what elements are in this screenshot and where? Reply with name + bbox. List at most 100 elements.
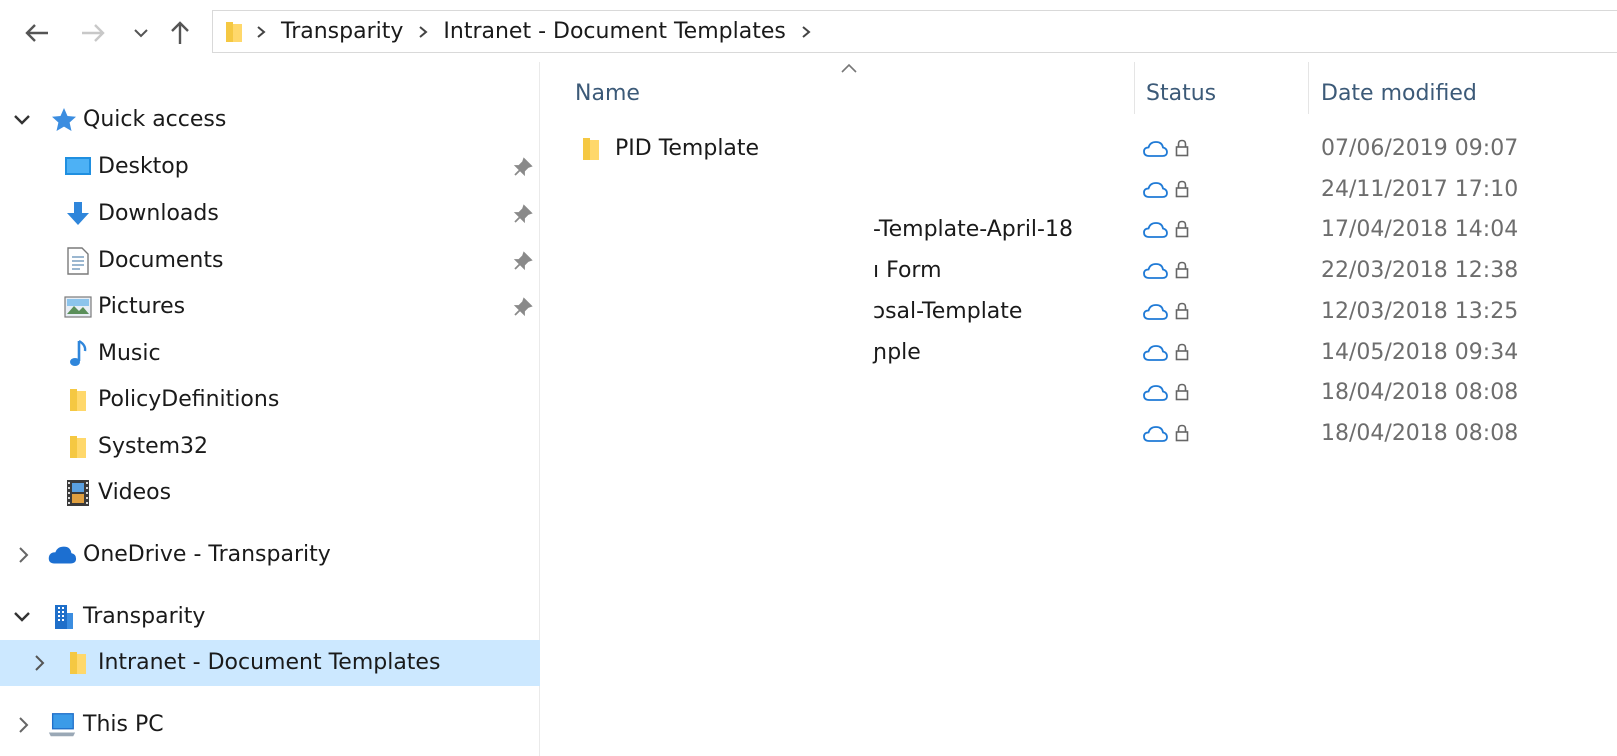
picture-icon [63,292,93,322]
sidebar-item-this-pc[interactable]: This PC [0,702,540,748]
file-row[interactable]: 18/04/2018 08:08 [541,373,1617,413]
lock-icon [1173,218,1191,240]
breadcrumb-chevron-icon[interactable] [413,22,433,42]
file-name-cell[interactable]: -Template-April-18 [541,210,1131,250]
arrow-up-icon [171,21,189,44]
arrow-right-icon [82,24,105,42]
date-modified: 24/11/2017 17:10 [1321,176,1519,202]
file-row[interactable]: 18/04/2018 08:08 [541,414,1617,454]
sidebar-item-label: Music [98,341,161,366]
navigation-toolbar: Transparity Intranet - Document Template… [0,0,1617,62]
sidebar-item-label: PolicyDefinitions [98,387,280,412]
document-icon [63,246,93,276]
folder-icon [63,385,93,415]
pin-icon[interactable] [512,250,534,272]
sidebar-item-label: Quick access [83,107,227,132]
file-name-cell[interactable]: ɲple [541,333,1131,373]
sidebar-item-documents[interactable]: Documents [0,238,540,284]
sidebar-item-label: Desktop [98,154,189,179]
download-icon [63,199,93,229]
cloud-icon [47,540,77,570]
file-name-cell[interactable] [541,414,1131,454]
file-row[interactable]: -Template-April-18 17/04/2018 14:04 [541,210,1617,250]
pin-icon[interactable] [512,156,534,178]
file-name-cell[interactable]: PID Template [541,129,1131,169]
file-row[interactable]: ɲple 14/05/2018 09:34 [541,333,1617,373]
sidebar-item-intranet-document-templates[interactable]: Intranet - Document Templates [0,640,540,686]
column-header-status[interactable]: Status [1146,76,1216,110]
date-modified: 22/03/2018 12:38 [1321,258,1519,284]
chevron-down-icon[interactable] [12,110,32,130]
sidebar-item-label: Downloads [98,201,219,226]
file-name: ɔsal-Template [873,298,1023,324]
pin-icon[interactable] [512,296,534,318]
sidebar-item-videos[interactable]: Videos [0,470,540,516]
lock-icon [1173,178,1191,200]
sidebar-item-transparity[interactable]: Transparity [0,594,540,640]
date-modified: 07/06/2019 09:07 [1321,136,1519,161]
column-divider[interactable] [1308,62,1309,114]
folder-icon [577,135,605,163]
music-note-icon [63,339,93,369]
back-button[interactable] [20,16,54,50]
breadcrumb-chevron-icon[interactable] [796,22,816,42]
chevron-right-icon[interactable] [14,715,34,735]
file-name-cell[interactable] [541,373,1131,413]
column-divider[interactable] [1134,62,1135,114]
navigation-pane: Quick access Desktop Downloads Documents [0,62,540,756]
sidebar-item-downloads[interactable]: Downloads [0,191,540,237]
file-name: ɲple [873,339,921,365]
folder-icon [63,432,93,462]
file-name: -Template-April-18 [873,217,1073,243]
cloud-status-icon [1141,218,1169,242]
folder-icon [63,648,93,678]
computer-icon [47,710,77,740]
date-modified: 12/03/2018 13:25 [1321,298,1519,324]
sidebar-item-label: OneDrive - Transparity [83,542,331,567]
chevron-right-icon[interactable] [14,545,34,565]
breadcrumb-intranet-document-templates[interactable]: Intranet - Document Templates [443,19,785,44]
file-row[interactable]: PID Template 07/06/2019 09:07 [541,129,1617,169]
sidebar-item-onedrive-transparity[interactable]: OneDrive - Transparity [0,532,540,578]
sidebar-item-policydefinitions[interactable]: PolicyDefinitions [0,377,540,423]
breadcrumb-transparity[interactable]: Transparity [281,19,403,44]
sort-ascending-icon [841,63,857,73]
address-bar[interactable]: Transparity Intranet - Document Template… [212,10,1617,53]
sidebar-item-quick-access[interactable]: Quick access [0,97,540,143]
sidebar-item-label: Pictures [98,294,186,319]
star-icon [49,105,79,135]
lock-icon [1173,381,1191,403]
breadcrumb-chevron-icon[interactable] [251,22,271,42]
up-button[interactable] [163,16,197,50]
sidebar-item-desktop[interactable]: Desktop [0,144,540,190]
sidebar-item-label: Transparity [83,604,206,629]
date-modified: 17/04/2018 14:04 [1321,217,1519,243]
folder-icon [221,19,247,45]
file-name-cell[interactable]: ı Form [541,251,1131,291]
file-name-cell[interactable]: ɔsal-Template [541,292,1131,332]
file-row[interactable]: ɔsal-Template 12/03/2018 13:25 [541,292,1617,332]
sidebar-item-pictures[interactable]: Pictures [0,284,540,330]
column-header-name[interactable]: Name [575,76,640,110]
cloud-status-icon [1141,178,1169,202]
cloud-status-icon [1141,259,1169,283]
arrow-left-icon [25,24,48,42]
file-row[interactable]: 24/11/2017 17:10 [541,170,1617,210]
forward-button[interactable] [76,16,110,50]
recent-locations-button[interactable] [124,16,158,50]
sidebar-item-system32[interactable]: System32 [0,424,540,470]
file-row[interactable]: ı Form 22/03/2018 12:38 [541,251,1617,291]
chevron-right-icon[interactable] [30,653,50,673]
cloud-status-icon [1141,300,1169,324]
chevron-down-icon [134,29,148,38]
sidebar-item-music[interactable]: Music [0,331,540,377]
column-header-date-modified[interactable]: Date modified [1321,76,1477,110]
cloud-status-icon [1141,137,1169,161]
lock-icon [1173,422,1191,444]
date-modified: 18/04/2018 08:08 [1321,420,1519,446]
pin-icon[interactable] [512,203,534,225]
file-name-cell[interactable] [541,170,1131,210]
sidebar-item-label: Intranet - Document Templates [98,650,441,675]
film-icon [63,478,93,508]
chevron-down-icon[interactable] [12,607,32,627]
